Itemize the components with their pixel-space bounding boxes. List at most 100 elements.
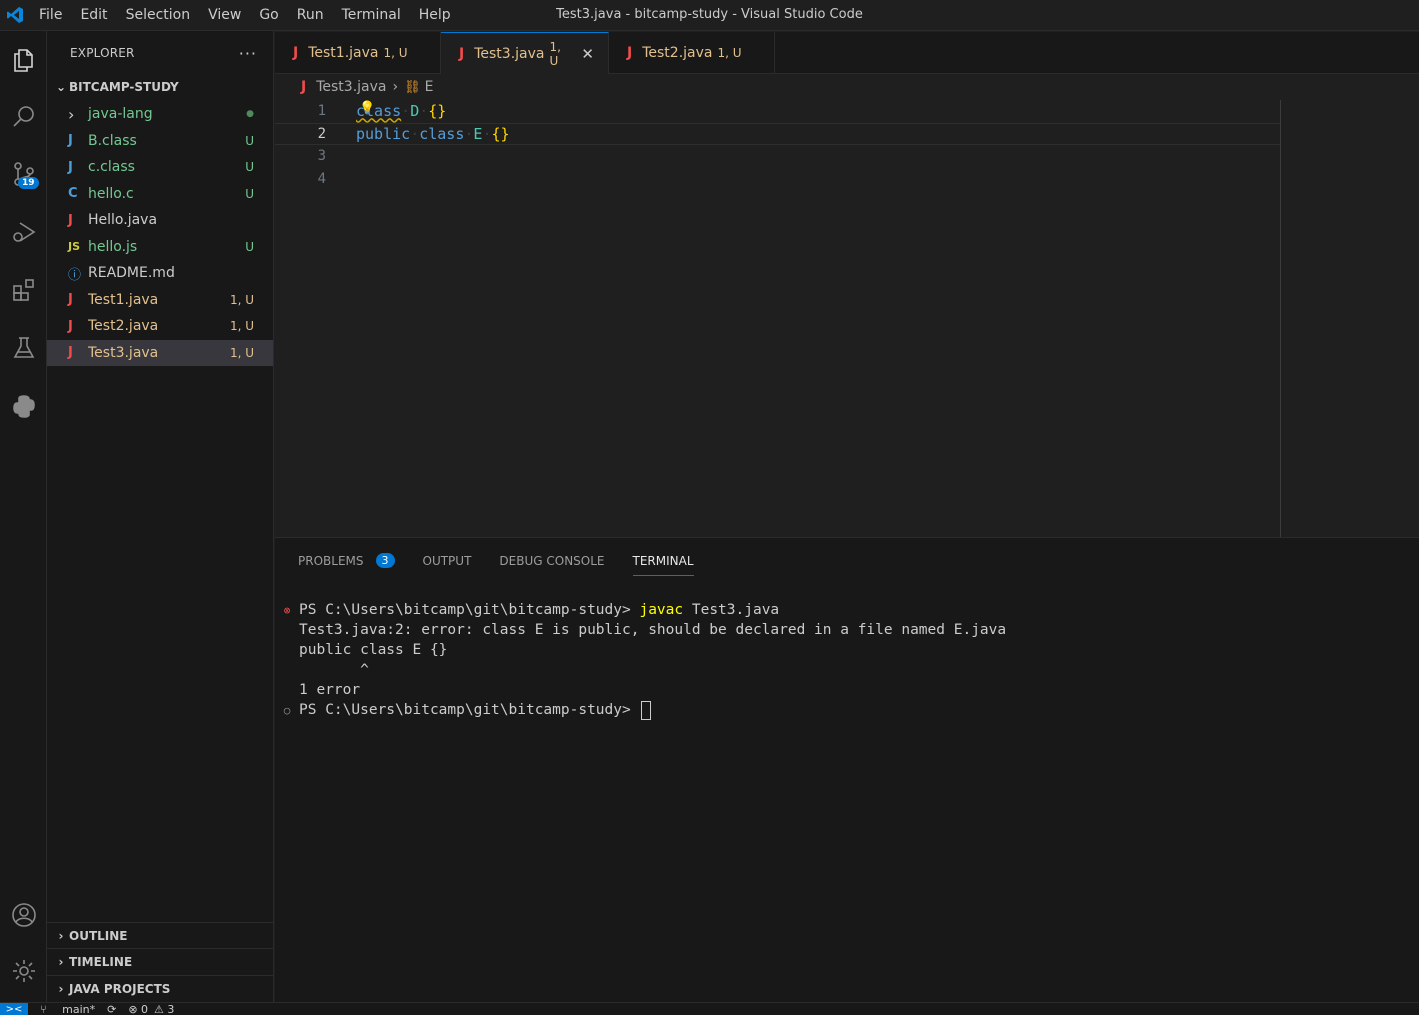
menu-help[interactable]: Help [410,0,460,31]
lightbulb-icon[interactable]: 💡 [359,101,375,116]
menu-terminal[interactable]: Terminal [333,0,410,31]
file-name: README.md [88,265,175,282]
tab-label: OUTPUT [422,553,472,568]
settings-gear-icon[interactable] [0,948,47,994]
menu-go[interactable]: Go [250,0,287,31]
tab-label: Test1.java [308,45,379,61]
file-item-c-class[interactable]: J c.class U [47,154,273,181]
explorer-sidebar: EXPLORER ··· ⌄ BITCAMP-STUDY › java-lang… [47,31,274,1002]
file-status: 1, U [229,319,254,334]
vscode-logo-icon [0,0,30,31]
file-item-test3-java[interactable]: J Test3.java 1, U [47,339,273,366]
file-name: Test3.java [88,344,159,361]
outline-section[interactable]: › OUTLINE [47,922,274,948]
js-file-icon: JS [68,240,81,254]
breadcrumb-separator: › [392,79,399,95]
chevron-down-icon: ⌄ [55,80,67,94]
explorer-icon[interactable] [0,37,47,83]
python-icon[interactable] [0,383,47,429]
warnings-count[interactable]: ⚠ 3 [154,1003,174,1015]
search-icon[interactable] [0,94,47,140]
file-item-hello-js[interactable]: JS hello.js U [47,234,273,261]
menu-run[interactable]: Run [288,0,333,31]
menu-selection[interactable]: Selection [117,0,200,31]
tab-status: 1, U [549,39,561,68]
source-control-badge: 19 [18,177,39,189]
file-item-b-class[interactable]: J B.class U [47,128,273,155]
tab-label: TERMINAL [632,553,694,568]
title-bar: File Edit Selection View Go Run Terminal… [0,0,1419,31]
tab-label: PROBLEMS [298,553,364,568]
file-item-hello-java[interactable]: J Hello.java [47,207,273,234]
account-icon[interactable] [0,892,47,938]
terminal-cursor [641,700,652,720]
java-projects-section[interactable]: › JAVA PROJECTS [47,975,274,1001]
testing-icon[interactable] [0,325,47,371]
tab-test3-java[interactable]: J Test3.java 1, U ✕ [441,32,609,74]
section-title: TIMELINE [69,954,133,969]
sync-icon[interactable]: ⟳ [107,1003,116,1015]
section-title: OUTLINE [69,928,128,943]
terminal-output[interactable]: ⊗ PS C:\Users\bitcamp\git\bitcamp-study> … [275,600,1419,720]
file-name: Test2.java [88,318,159,335]
terminal-line: 1 error [299,682,361,698]
close-icon[interactable]: ✕ [581,45,594,63]
java-file-icon: J [68,212,73,228]
tab-problems[interactable]: PROBLEMS 3 [298,546,395,576]
timeline-section[interactable]: › TIMELINE [47,948,274,974]
extensions-icon[interactable] [0,267,47,313]
file-status: U [245,160,254,175]
breadcrumb-symbol[interactable]: E [425,79,434,95]
file-item-java-lang[interactable]: › java-lang ● [47,101,273,128]
tab-label: Test3.java [474,45,545,62]
tab-terminal[interactable]: TERMINAL [632,546,694,576]
file-name: c.class [88,159,135,176]
file-name: Test1.java [88,291,159,308]
java-file-icon: J [68,292,73,308]
source-control-icon[interactable]: 19 [0,151,47,197]
menu-file[interactable]: File [30,0,71,31]
terminal-line: ⊗ PS C:\Users\bitcamp\git\bitcamp-study> … [275,600,1419,620]
remote-icon[interactable]: >< [0,1003,28,1015]
menu-view[interactable]: View [199,0,250,31]
section-title: JAVA PROJECTS [69,981,171,996]
file-item-hello-c[interactable]: C hello.c U [47,181,273,208]
chevron-right-icon: › [68,104,75,124]
terminal-line: ^ [299,662,369,678]
editor-tabs: J Test1.java 1, U J Test3.java 1, U ✕ J … [275,32,1419,74]
file-item-readme[interactable]: ⓘ README.md [47,260,273,287]
git-branch[interactable]: ⑂ main* [40,1003,95,1015]
more-actions-icon[interactable]: ··· [239,44,257,63]
file-name: hello.js [88,238,138,255]
file-name: Hello.java [88,212,158,229]
tab-status: 1, U [717,46,742,60]
tab-test1-java[interactable]: J Test1.java 1, U [275,32,441,74]
tab-debug-console[interactable]: DEBUG CONSOLE [499,546,604,576]
chevron-right-icon: › [58,928,64,943]
bottom-panel: PROBLEMS 3 OUTPUT DEBUG CONSOLE TERMINAL… [275,537,1419,1002]
errors-count[interactable]: ⊗ 0 [128,1003,148,1015]
breadcrumb-file[interactable]: Test3.java [316,79,386,95]
file-name: hello.c [88,185,134,202]
code-line-1: 1 class·D·{} 💡 [275,100,1281,123]
tab-output[interactable]: OUTPUT [423,546,472,576]
code-line-2: 2 public·class·E·{} [275,122,1281,145]
tab-label: DEBUG CONSOLE [499,553,605,568]
class-symbol-icon: ⛓ [404,79,421,95]
tab-test2-java[interactable]: J Test2.java 1, U [609,32,775,74]
code-editor[interactable]: 1 class·D·{} 💡 2 public·class·E·{} 3 4 [275,100,1281,537]
status-bar: >< ⑂ main* ⟳ ⊗ 0 ⚠ 3 [0,1002,1419,1015]
run-debug-icon[interactable] [0,209,47,255]
file-name: B.class [88,132,137,149]
menu-edit[interactable]: Edit [71,0,116,31]
file-status: U [245,239,254,254]
idle-circle-icon: ○ [283,703,291,717]
file-status: 1, U [229,292,254,307]
file-item-test2-java[interactable]: J Test2.java 1, U [47,313,273,340]
tab-label: Test2.java [642,45,713,61]
workspace-section[interactable]: ⌄ BITCAMP-STUDY [47,75,273,99]
file-item-test1-java[interactable]: J Test1.java 1, U [47,287,273,314]
java-file-icon: J [293,45,299,61]
explorer-header: EXPLORER ··· [47,31,273,75]
java-file-icon: J [301,79,307,95]
